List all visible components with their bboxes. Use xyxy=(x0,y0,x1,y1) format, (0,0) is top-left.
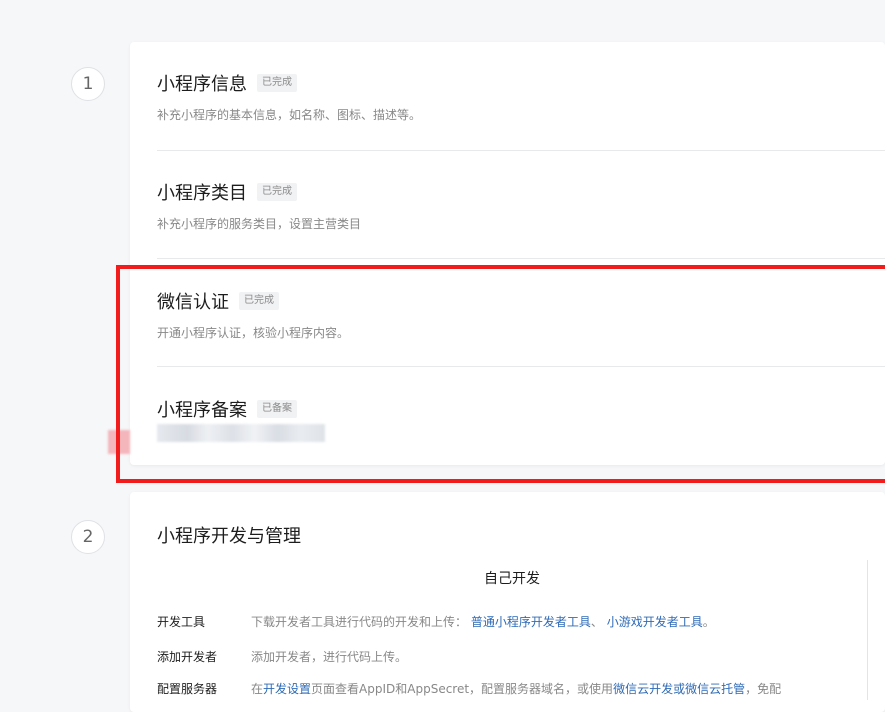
redacted-mark xyxy=(108,430,130,454)
row-text: 在开发设置页面查看AppID和AppSecret，配置服务器域名，或使用微信云开… xyxy=(251,680,781,697)
dev-settings-link[interactable]: 开发设置 xyxy=(263,682,311,696)
cloud-dev-link[interactable]: 微信云开发或微信云托管 xyxy=(613,682,745,696)
game-devtool-link[interactable]: 小游戏开发者工具 xyxy=(607,615,703,629)
item-mini-program-info[interactable]: 小程序信息 已完成 补充小程序的基本信息，如名称、图标、描述等。 xyxy=(157,70,885,123)
row-end: 。 xyxy=(702,615,715,629)
status-badge: 已备案 xyxy=(257,400,297,418)
row-label: 配置服务器 xyxy=(157,682,218,696)
step-number-1: 1 xyxy=(71,67,105,101)
item-title: 微信认证 xyxy=(157,292,229,313)
step-number-2: 2 xyxy=(71,520,105,554)
normal-devtool-link[interactable]: 普通小程序开发者工具 xyxy=(471,615,591,629)
divider xyxy=(157,258,885,259)
row-text: 下载开发者工具进行代码的开发和上传： 普通小程序开发者工具、 小游戏开发者工具。 xyxy=(251,613,715,630)
item-desc: 补充小程序的基本信息，如名称、图标、描述等。 xyxy=(157,108,422,122)
status-badge: 已完成 xyxy=(239,292,279,310)
row-label: 开发工具 xyxy=(157,615,206,629)
item-wechat-certification[interactable]: 微信认证 已完成 开通小程序认证，核验小程序内容。 xyxy=(157,288,885,341)
self-development-panel: 自己开发 开发工具 下载开发者工具进行代码的开发和上传： 普通小程序开发者工具、… xyxy=(157,560,868,700)
item-title: 小程序备案 xyxy=(157,400,247,421)
separator: 、 xyxy=(590,615,603,629)
status-badge: 已完成 xyxy=(257,74,297,92)
item-title: 小程序信息 xyxy=(157,74,247,95)
item-title: 小程序类目 xyxy=(157,183,247,204)
divider xyxy=(157,366,885,367)
row-label: 添加开发者 xyxy=(157,650,218,664)
item-desc: 开通小程序认证，核验小程序内容。 xyxy=(157,326,350,340)
step-2-header: 小程序开发与管理 xyxy=(157,522,885,548)
row-mid: 页面查看AppID和AppSecret，配置服务器域名，或使用 xyxy=(311,682,614,696)
item-desc: 补充小程序的服务类目，设置主营类目 xyxy=(157,217,362,231)
item-mini-program-filing[interactable]: 小程序备案 已备案 xyxy=(157,396,885,422)
row-desc: 下载开发者工具进行代码的开发和上传： xyxy=(251,615,468,629)
item-mini-program-category[interactable]: 小程序类目 已完成 补充小程序的服务类目，设置主营类目 xyxy=(157,179,885,232)
row-end: ，免配 xyxy=(745,682,782,696)
redacted-text xyxy=(157,424,325,442)
panel-heading: 自己开发 xyxy=(484,571,540,587)
section-title: 小程序开发与管理 xyxy=(157,526,301,547)
row-text: 添加开发者，进行代码上传。 xyxy=(251,650,408,664)
divider xyxy=(157,150,885,151)
row-pre: 在 xyxy=(251,682,264,696)
status-badge: 已完成 xyxy=(257,183,297,201)
